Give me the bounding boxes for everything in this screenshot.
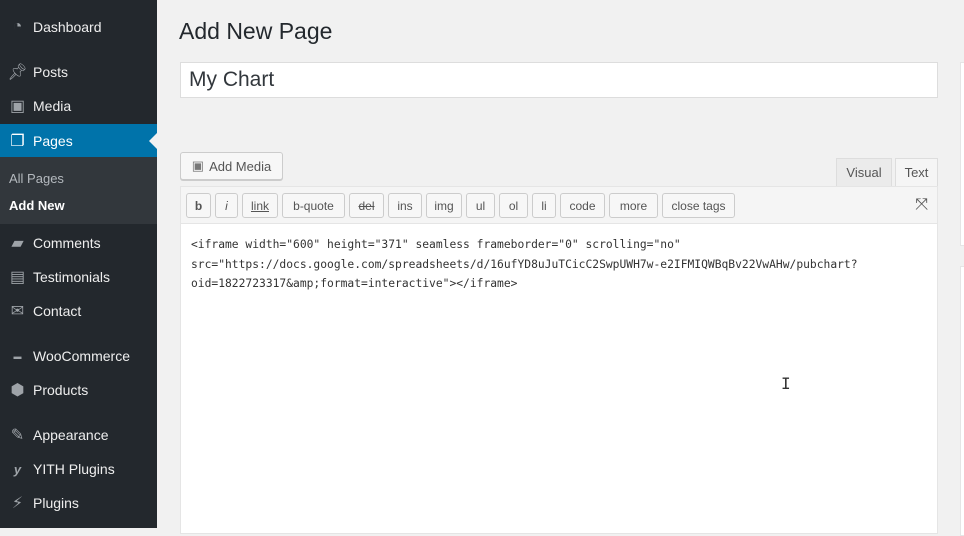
menu-label: Products bbox=[33, 382, 89, 398]
quicktags-toolbar: b i link b-quote del ins img ul ol li co… bbox=[180, 186, 938, 224]
qt-close-tags-button[interactable]: close tags bbox=[662, 193, 735, 218]
text-cursor-icon: I bbox=[781, 374, 791, 393]
qt-italic-button[interactable]: i bbox=[215, 193, 238, 218]
qt-bquote-button[interactable]: b-quote bbox=[282, 193, 345, 218]
qt-ol-button[interactable]: ol bbox=[499, 193, 528, 218]
menu-pages[interactable]: ❐ Pages bbox=[0, 124, 157, 157]
publish-box bbox=[960, 62, 964, 246]
tab-text[interactable]: Text bbox=[895, 158, 938, 186]
pin-icon: 📌︎ bbox=[7, 64, 28, 81]
menu-contact[interactable]: ✉ Contact bbox=[0, 294, 157, 328]
menu-posts[interactable]: 📌︎ Posts bbox=[0, 55, 157, 89]
yith-icon: y bbox=[13, 461, 22, 477]
content-textarea[interactable]: <iframe width="600" height="371" seamles… bbox=[180, 224, 938, 534]
comment-icon: ▰ bbox=[11, 235, 24, 252]
menu-label: Media bbox=[33, 98, 72, 114]
menu-dashboard[interactable]: ◔ Dashboard bbox=[0, 10, 157, 44]
pages-icon: ❐ bbox=[10, 132, 25, 150]
qt-del-button[interactable]: del bbox=[349, 193, 384, 218]
menu-label: Contact bbox=[33, 303, 82, 319]
title-input[interactable] bbox=[180, 62, 938, 98]
dashboard-icon: ◔ bbox=[12, 18, 23, 35]
menu-label: Plugins bbox=[33, 495, 79, 511]
menu-products[interactable]: ⬢ Products bbox=[0, 373, 157, 407]
media-icon: ▣ bbox=[191, 158, 205, 173]
qt-ins-button[interactable]: ins bbox=[388, 193, 422, 218]
fullscreen-icon[interactable]: ⤧ bbox=[915, 196, 928, 214]
admin-sidebar: ◔ Dashboard 📌︎ Posts ▣ Media ❐ Pages All Pag… bbox=[0, 0, 157, 528]
page-title: Add New Page bbox=[179, 18, 333, 44]
menu-label: Posts bbox=[33, 64, 69, 80]
submenu-add-new[interactable]: Add New bbox=[9, 198, 65, 213]
testimonial-icon: ▤ bbox=[9, 269, 26, 286]
submenu-all-pages[interactable]: All Pages bbox=[9, 171, 64, 186]
menu-testimonials[interactable]: ▤ Testimonials bbox=[0, 260, 157, 294]
menu-label: Dashboard bbox=[33, 19, 102, 35]
brush-icon: ✎ bbox=[10, 427, 25, 444]
qt-ul-button[interactable]: ul bbox=[466, 193, 495, 218]
menu-media[interactable]: ▣ Media bbox=[0, 89, 157, 123]
qt-bold-button[interactable]: b bbox=[186, 193, 211, 218]
menu-plugins[interactable]: ⚡︎ Plugins bbox=[0, 486, 157, 520]
plug-icon: ⚡︎ bbox=[11, 495, 24, 512]
menu-comments[interactable]: ▰ Comments bbox=[0, 226, 157, 260]
qt-code-button[interactable]: code bbox=[560, 193, 605, 218]
add-media-label: Add Media bbox=[209, 158, 272, 174]
box-icon: ⬢ bbox=[10, 382, 25, 399]
menu-woocommerce[interactable]: ▬ WooCommerce bbox=[0, 339, 157, 373]
add-media-button[interactable]: ▣ Add Media bbox=[180, 152, 283, 180]
qt-li-button[interactable]: li bbox=[532, 193, 556, 218]
menu-label: Comments bbox=[33, 235, 101, 251]
menu-label: Appearance bbox=[33, 427, 109, 443]
media-icon: ▣ bbox=[9, 98, 26, 115]
menu-label: YITH Plugins bbox=[33, 461, 115, 477]
woocommerce-icon: ▬ bbox=[13, 351, 22, 361]
envelope-icon: ✉ bbox=[10, 303, 25, 320]
qt-link-button[interactable]: link bbox=[242, 193, 278, 218]
menu-label: Pages bbox=[33, 132, 73, 149]
menu-appearance[interactable]: ✎ Appearance bbox=[0, 418, 157, 452]
qt-img-button[interactable]: img bbox=[426, 193, 462, 218]
pages-submenu: All Pages Add New bbox=[0, 157, 157, 224]
content-text: <iframe width="600" height="371" seamles… bbox=[191, 238, 858, 290]
qt-more-button[interactable]: more bbox=[609, 193, 658, 218]
menu-yith-plugins[interactable]: y YITH Plugins bbox=[0, 452, 157, 486]
tab-visual[interactable]: Visual bbox=[836, 158, 892, 186]
page-attributes-box bbox=[960, 266, 964, 536]
menu-label: WooCommerce bbox=[33, 348, 130, 364]
menu-label: Testimonials bbox=[33, 269, 111, 285]
